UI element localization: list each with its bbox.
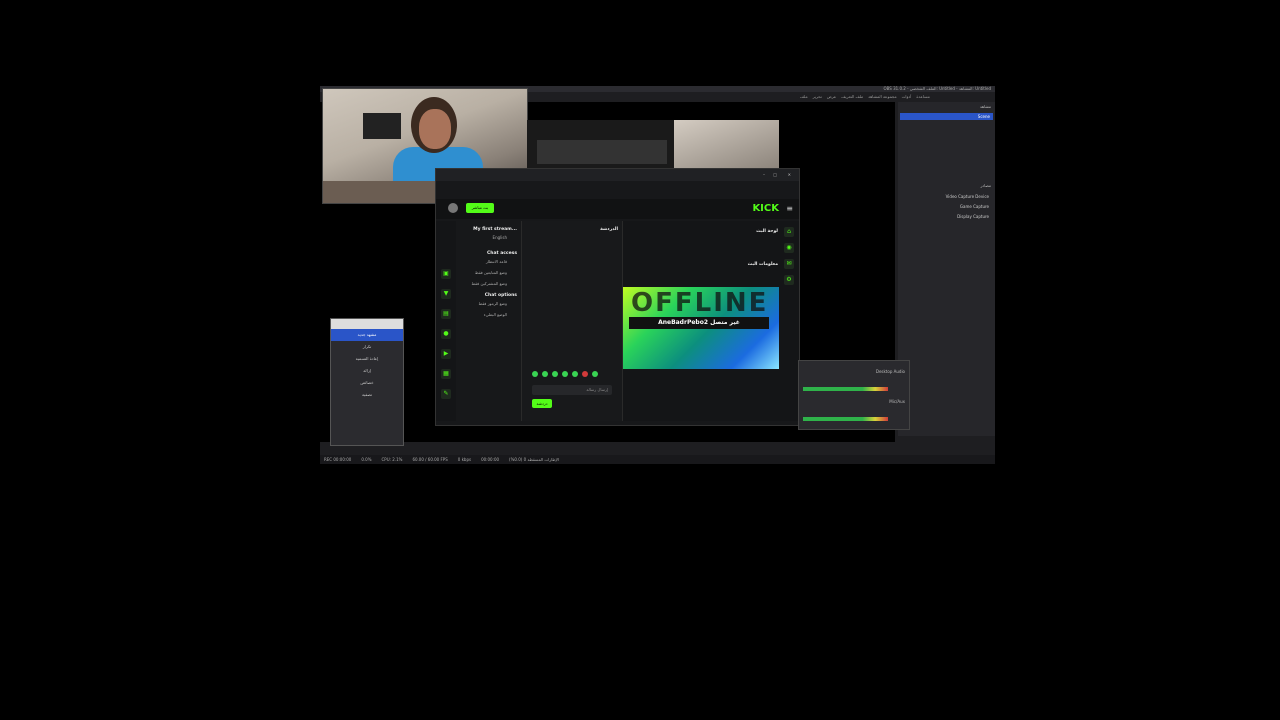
emote-icon[interactable] [532, 371, 538, 377]
emote-icon[interactable] [552, 371, 558, 377]
stream-preview[interactable]: OFFLINE AneBadrPebo2 غير متصل [619, 287, 779, 369]
tool-icon[interactable]: ▦ [441, 369, 451, 379]
status-bitrate: 0 kbps [457, 457, 472, 462]
close-icon[interactable]: ✕ [788, 172, 791, 177]
menu-item-scene-collection[interactable]: مجموعة المشاهد [868, 94, 897, 100]
status-cpu: CPU: 2.1% [381, 457, 403, 462]
chat-access-option[interactable]: وضع المشتركين فقط [458, 278, 521, 289]
dialog-item[interactable]: تكرار [331, 341, 403, 353]
stream-title: My first stream... [473, 227, 517, 232]
language-badge: English [492, 235, 507, 240]
emote-icon[interactable] [592, 371, 598, 377]
source-item[interactable]: Video Capture Device [898, 192, 995, 202]
scenes-header: مشاهد [979, 104, 991, 109]
tool-icon[interactable]: ▣ [441, 269, 451, 279]
tool-icon[interactable]: ▤ [441, 309, 451, 319]
chat-option[interactable]: الوضع البطيء [458, 309, 521, 320]
tool-icon[interactable]: ● [441, 329, 451, 339]
mini-preview [527, 120, 779, 168]
mixer-channel-label: Desktop Audio [875, 369, 905, 374]
browser-window: ✕ □ – KICK ≡ بث مباشر ⌂ ◉ ✉ ⚙ لوحة البث … [435, 168, 800, 426]
status-live: 00:00:00 [481, 457, 500, 462]
volume-meter[interactable] [803, 387, 888, 391]
status-rec: REC 00:00:00 [324, 457, 352, 462]
volume-meter[interactable] [803, 417, 888, 421]
chat-send-button[interactable]: دردشة [532, 399, 552, 408]
sources-header: مصادر [980, 183, 991, 188]
kick-logo[interactable]: KICK [752, 203, 779, 214]
nav-rail: ⌂ ◉ ✉ ⚙ [779, 221, 799, 421]
tool-icon[interactable]: ✎ [441, 389, 451, 399]
dialog-item[interactable]: إعادة التسمية [331, 353, 403, 365]
dialog-item[interactable]: خصائص [331, 377, 403, 389]
chat-header: الدردشة [600, 227, 618, 232]
maximize-icon[interactable]: □ [773, 172, 777, 177]
menu-item-profile[interactable]: ملف التعريف [841, 94, 863, 100]
menu-icon[interactable]: ≡ [786, 204, 793, 213]
emote-icon[interactable] [562, 371, 568, 377]
emote-icon[interactable] [582, 371, 588, 377]
menu-item-file[interactable]: ملف [800, 94, 808, 100]
tools-rail: ▣ ▼ ▤ ● ▶ ▦ ✎ [436, 221, 456, 421]
home-icon[interactable]: ⌂ [784, 227, 794, 237]
emote-icon[interactable] [572, 371, 578, 377]
go-live-button[interactable]: بث مباشر [466, 203, 494, 213]
status-dropped: الإطارات المسقطة 0 (0.0%) [509, 457, 559, 462]
stream-info-title: معلومات البث [747, 262, 778, 267]
menu-bar: ملف تحرير عرض ملف التعريف مجموعة المشاهد… [800, 94, 990, 100]
menu-item-tools[interactable]: أدوات [902, 94, 912, 100]
avatar[interactable] [448, 203, 458, 213]
minimize-icon[interactable]: – [763, 172, 765, 177]
context-dialog: مشهد جديد تكرار إعادة التسمية إزالة خصائ… [330, 318, 404, 446]
mini-cam-right [674, 120, 779, 168]
offline-banner: AneBadrPebo2 غير متصل [629, 317, 769, 329]
menu-item-help[interactable]: مساعدة [916, 94, 930, 100]
status-disk: 0.0% [361, 457, 372, 462]
emote-icon[interactable] [542, 371, 548, 377]
chat-option[interactable]: وضع الرموز فقط [458, 298, 521, 309]
chat-access-option[interactable]: قاعة الانتظار [458, 256, 521, 267]
chat-input[interactable]: إرسال رسالة [532, 385, 612, 395]
dialog-item[interactable]: إزالة [331, 365, 403, 377]
dialog-item[interactable]: مشهد جديد [331, 329, 403, 341]
chat-access-title: Chat access [486, 251, 517, 256]
menu-item-edit[interactable]: تحرير [813, 94, 822, 100]
tool-icon[interactable]: ▼ [441, 289, 451, 299]
status-bar: REC 00:00:00 0.0% CPU: 2.1% 60.00 / 60.0… [320, 455, 995, 464]
browser-titlebar: ✕ □ – [436, 169, 799, 181]
chat-panel: الدردشة إرسال رسالة دردشة [521, 221, 623, 421]
menu-item-view[interactable]: عرض [827, 94, 836, 100]
source-item[interactable]: Game Capture [898, 202, 995, 212]
scene-item[interactable]: Scene [900, 113, 993, 120]
mini-cam-strip [537, 140, 667, 164]
mixer-channel-label: Mic/Aux [889, 399, 905, 404]
dialog-item[interactable]: تصفية [331, 389, 403, 401]
mod-panel: My first stream... English Chat access ق… [458, 221, 521, 421]
stream-icon[interactable]: ◉ [784, 243, 794, 253]
tool-icon[interactable]: ▶ [441, 349, 451, 359]
kick-header: KICK ≡ بث مباشر [436, 199, 799, 219]
source-item[interactable]: Display Capture [898, 212, 995, 222]
dialog-titlebar [331, 319, 403, 329]
tv-shape [363, 113, 401, 139]
stream-panel-title: لوحة البث [756, 229, 778, 234]
sources-dock: مصادر Video Capture Device Game Capture … [898, 181, 995, 436]
audio-mixer: Desktop Audio Mic/Aux [798, 360, 910, 430]
settings-icon[interactable]: ⚙ [784, 275, 794, 285]
chat-icon[interactable]: ✉ [784, 259, 794, 269]
person-face [419, 109, 451, 149]
chat-options-title: Chat options [484, 293, 517, 298]
offline-text: OFFLINE [631, 288, 769, 318]
chat-access-option[interactable]: وضع المتابعين فقط [458, 267, 521, 278]
status-fps: 60.00 / 60.00 FPS [412, 457, 448, 462]
